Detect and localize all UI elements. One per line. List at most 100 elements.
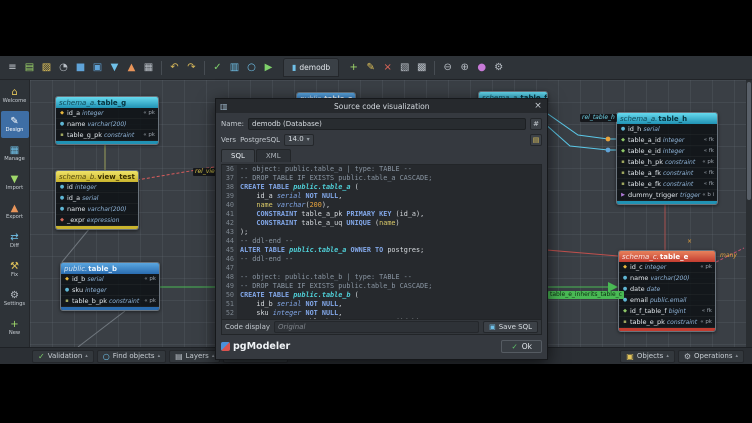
sidebar-item-welcome[interactable]: ⌂Welcome (1, 82, 29, 109)
table-row[interactable]: ●emailpublic.email (619, 295, 715, 306)
table-row[interactable]: ▪table_g_pkconstraint« pk (56, 130, 158, 141)
table-row[interactable]: ▪table_e_pkconstraint« pk (619, 317, 715, 328)
column-name: name (630, 274, 648, 282)
table-row[interactable]: ●namevarchar(200) (619, 273, 715, 284)
dialog-titlebar[interactable]: ▥ Source code visualization × (216, 99, 547, 113)
settings-icon[interactable]: ⚙ (492, 58, 505, 78)
table-schema_a-table_g[interactable]: schema_a.table_g◆id_ainteger« pk●namevar… (55, 96, 159, 145)
table-row[interactable]: ◆id_f_table_fbigint« fk (619, 306, 715, 317)
panel-toggle-find-objects[interactable]: ○Find objects▴ (97, 350, 166, 363)
object-id-icon[interactable]: # (530, 118, 542, 130)
scrollbar-thumb[interactable] (747, 82, 751, 200)
table-schema_a-table_h[interactable]: schema_a.table_h●id_hserial◆table_a_idin… (616, 112, 718, 205)
line-text: -- DROP TABLE IF EXISTS public.table_b C… (237, 282, 432, 291)
validation-icon[interactable]: ✓ (211, 58, 224, 78)
label-inheritance[interactable]: table_e_inherits_table_c (548, 291, 624, 299)
column-marker: « fk (704, 181, 714, 187)
table-header[interactable]: schema_a.table_g (56, 97, 158, 108)
sidebar-item-label: Design (6, 127, 24, 134)
ok-button[interactable]: ✓ Ok (501, 340, 542, 353)
sql-code-view[interactable]: 36-- object: public.table_a | type: TABL… (222, 165, 541, 319)
table-header[interactable]: public.table_b (61, 263, 159, 274)
column-type: trigger (680, 192, 700, 199)
toolbar-separator (434, 61, 435, 75)
find-objects-icon: ○ (103, 352, 110, 361)
table-row[interactable]: ◆table_e_idinteger« fk (617, 146, 717, 157)
table-row[interactable]: ●skuinteger (61, 285, 159, 296)
tab-sql[interactable]: SQL (221, 149, 255, 162)
table-row[interactable]: ●id_aserial (56, 193, 138, 204)
table-public-table_b[interactable]: public.table_b◆id_bserial« pk●skuinteger… (60, 262, 160, 311)
column-type: date (647, 286, 661, 293)
table-row[interactable]: ▶dummy_triggertrigger« b i (617, 190, 717, 201)
sidebar-item-manage[interactable]: ▦Manage (1, 140, 29, 167)
table-row[interactable]: ▪table_a_fkconstraint« fk (617, 168, 717, 179)
undo-icon[interactable]: ↶ (168, 58, 181, 78)
table-row[interactable]: ◆id_ainteger« pk (56, 108, 158, 119)
table-row[interactable]: ▪table_b_pkconstraint« pk (61, 296, 159, 307)
table-row[interactable]: ●id_hserial (617, 124, 717, 135)
table-row[interactable]: ●namevarchar(200) (56, 204, 138, 215)
model-tab-demodb[interactable]: ▮demodb (283, 58, 339, 77)
save-model-icon[interactable]: ■ (74, 58, 87, 78)
table-row[interactable]: ◆id_bserial« pk (61, 274, 159, 285)
panel-toggle-layers[interactable]: ▤Layers▴ (169, 350, 220, 363)
paste-icon[interactable]: ▩ (415, 58, 428, 78)
panel-toggle-operations[interactable]: ⚙Operations▴ (678, 350, 744, 363)
close-icon[interactable]: × (533, 101, 543, 111)
vertical-scrollbar[interactable] (746, 80, 752, 347)
new-model-icon[interactable]: ▤ (23, 58, 36, 78)
sidebar-item-new[interactable]: +New (1, 314, 29, 341)
export-icon[interactable]: ▲ (125, 58, 138, 78)
label-conflict-marker[interactable]: × (685, 238, 694, 246)
sidebar-item-design[interactable]: ✎Design (1, 111, 29, 138)
table-row[interactable]: ◆table_a_idinteger« fk (617, 135, 717, 146)
redo-icon[interactable]: ↷ (185, 58, 198, 78)
table-row[interactable]: ●idinteger (56, 182, 138, 193)
label-rel-table-h[interactable]: rel_table_h (580, 114, 617, 122)
menu-icon[interactable]: ≡ (6, 58, 19, 78)
table-row[interactable]: ▪table_h_pkconstraint« pk (617, 157, 717, 168)
table-row[interactable]: ●datedate (619, 284, 715, 295)
sidebar-item-diff[interactable]: ⇄Diff (1, 227, 29, 254)
table-row[interactable]: ◆_exprexpression (56, 215, 138, 226)
column-name: _expr (67, 216, 85, 224)
table-header[interactable]: schema_b.view_test (56, 171, 138, 182)
save-file-icon[interactable]: ▤ (530, 134, 542, 146)
delete-icon[interactable]: × (381, 58, 394, 78)
print-icon[interactable]: ▦ (142, 58, 155, 78)
source-code-icon[interactable]: ▥ (228, 58, 241, 78)
line-number: 46 (222, 255, 237, 264)
new-object-icon[interactable]: + (347, 58, 360, 78)
save-sql-button[interactable]: ▣ Save SQL (483, 321, 538, 333)
table-header[interactable]: schema_c.table_e (619, 251, 715, 262)
code-line: 46-- ddl-end -- (222, 255, 541, 264)
find-object-icon[interactable]: ○ (245, 58, 258, 78)
donate-icon[interactable]: ● (475, 58, 488, 78)
table-schema_c-table_e[interactable]: schema_c.table_e◆id_cinteger« pk●namevar… (618, 250, 716, 332)
code-display-combo[interactable]: Original (274, 321, 479, 333)
panel-toggle-objects[interactable]: ▣Objects▴ (620, 350, 675, 363)
zoom-out-icon[interactable]: ⊖ (441, 58, 454, 78)
import-icon[interactable]: ▼ (108, 58, 121, 78)
open-model-icon[interactable]: ▨ (40, 58, 53, 78)
sidebar-item-import[interactable]: ▼Import (1, 169, 29, 196)
tab-xml[interactable]: XML (256, 149, 291, 162)
save-as-icon[interactable]: ▣ (91, 58, 104, 78)
version-combo[interactable]: 14.0 (284, 134, 314, 146)
table-row[interactable]: ▪table_e_fkconstraint« fk (617, 179, 717, 190)
sidebar-item-fix[interactable]: ⚒Fix (1, 256, 29, 283)
sidebar-item-export[interactable]: ▲Export (1, 198, 29, 225)
table-row[interactable]: ●namevarchar(200) (56, 119, 158, 130)
run-icon[interactable]: ▶ (262, 58, 275, 78)
zoom-in-icon[interactable]: ⊕ (458, 58, 471, 78)
edit-icon[interactable]: ✎ (364, 58, 377, 78)
table-header[interactable]: schema_a.table_h (617, 113, 717, 124)
copy-icon[interactable]: ▧ (398, 58, 411, 78)
sidebar-item-settings[interactable]: ⚙Settings (1, 285, 29, 312)
label-cardinality-many[interactable]: many (718, 252, 739, 260)
panel-toggle-validation[interactable]: ✓Validation▴ (32, 350, 94, 363)
table-row[interactable]: ◆id_cinteger« pk (619, 262, 715, 273)
recent-models-icon[interactable]: ◔ (57, 58, 70, 78)
table-schema_b-view_test[interactable]: schema_b.view_test●idinteger●id_aserial●… (55, 170, 139, 230)
